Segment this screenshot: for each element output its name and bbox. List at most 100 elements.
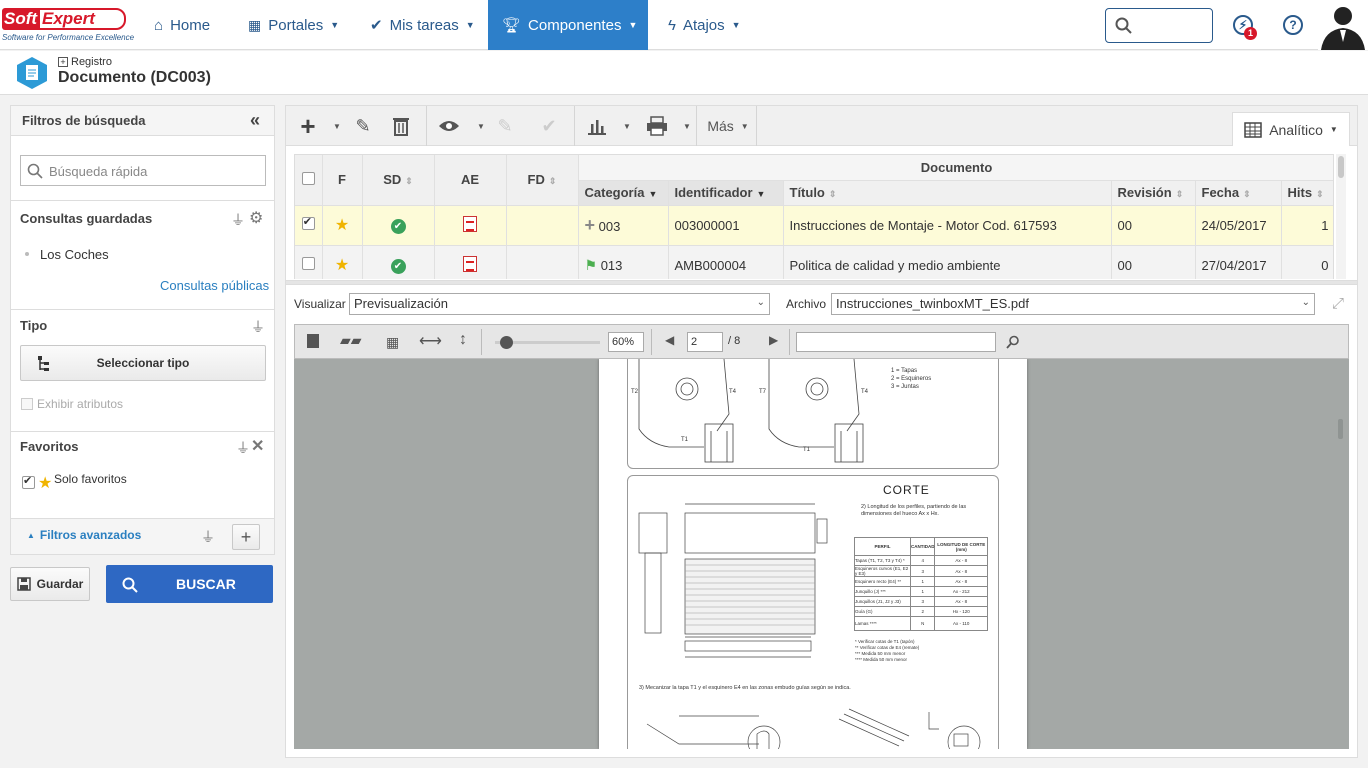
advanced-filters-toggle[interactable]: ▲ Filtros avanzados: [27, 528, 141, 542]
printer-icon[interactable]: [644, 106, 670, 146]
sort-icon: ⇕: [548, 176, 557, 187]
trash-icon[interactable]: [388, 106, 414, 146]
col-hits[interactable]: Hits ⇕: [1281, 180, 1333, 206]
col-sd[interactable]: SD ⇕: [362, 155, 435, 206]
search-button[interactable]: BUSCAR: [106, 565, 273, 603]
collapse-double-chevron-icon[interactable]: «: [250, 110, 260, 131]
nav-componentes[interactable]: 🏆︎ Componentes ▼: [488, 0, 648, 50]
bar-chart-icon[interactable]: [584, 106, 610, 146]
single-page-icon[interactable]: [307, 334, 319, 348]
user-avatar[interactable]: [1318, 0, 1368, 50]
nav-mis-tareas[interactable]: ✔ Mis tareas ▼: [356, 0, 489, 50]
add-icon[interactable]: +: [294, 106, 322, 146]
page-number-input[interactable]: 2: [687, 332, 723, 352]
clear-filter-icon[interactable]: ⏚: [201, 527, 215, 547]
profile-cutting-diagram: [638, 503, 828, 635]
svg-text:T1: T1: [681, 437, 689, 443]
col-ae[interactable]: AE: [434, 155, 507, 206]
table-row[interactable]: ★ ✔ ⚑ 013 AMB000004 Politica de calidad …: [295, 245, 1333, 279]
col-titulo-label: Título: [789, 185, 825, 200]
visualizar-select[interactable]: Previsualización ⌄: [349, 293, 770, 315]
show-attributes-checkbox[interactable]: [21, 398, 33, 410]
col-f[interactable]: F: [322, 155, 363, 206]
grid-scrollbar[interactable]: [1336, 154, 1346, 279]
next-page-icon[interactable]: ▶: [769, 333, 778, 347]
chevron-down-icon: ⌄: [756, 297, 765, 308]
only-favorites-checkbox[interactable]: [22, 474, 35, 489]
cell-hits: 1: [1281, 205, 1333, 246]
select-type-button[interactable]: Seleccionar tipo: [20, 345, 266, 381]
col-revision[interactable]: Revisión ⇕: [1111, 180, 1196, 206]
pdf-search-input[interactable]: [796, 332, 996, 352]
row-checkbox[interactable]: [301, 257, 315, 270]
fit-height-icon[interactable]: ↕: [459, 331, 467, 349]
svg-text:T4: T4: [861, 389, 869, 395]
book-view-icon[interactable]: ▰▰: [340, 332, 362, 349]
nav-portales[interactable]: ▦ Portales ▼: [234, 0, 353, 50]
fit-width-icon[interactable]: ⟷: [419, 331, 442, 351]
advanced-filters-label: Filtros avanzados: [39, 528, 142, 542]
search-icon: [27, 163, 43, 179]
svg-text:T4: T4: [729, 389, 737, 395]
col-fecha[interactable]: Fecha ⇕: [1195, 180, 1282, 206]
sort-desc-icon: ▼: [756, 189, 766, 199]
zoom-slider-handle[interactable]: [500, 336, 513, 349]
saved-query-los-coches[interactable]: Los Coches: [40, 247, 109, 262]
archivo-select[interactable]: Instrucciones_twinboxMT_ES.pdf ⌄: [831, 293, 1315, 315]
chevron-down-icon[interactable]: ▼: [474, 106, 488, 146]
clear-filter-icon[interactable]: ⏚: [251, 317, 265, 337]
row-checkbox[interactable]: [301, 215, 315, 230]
top-navigation-bar: Soft Expert Software for Performance Exc…: [0, 0, 1368, 50]
col-titulo[interactable]: Título ⇕: [783, 180, 1112, 206]
chevron-down-icon: ⌄: [1301, 297, 1310, 308]
chevron-down-icon[interactable]: ▼: [330, 106, 344, 146]
search-icon[interactable]: [1006, 335, 1020, 349]
fullscreen-icon[interactable]: ⤢: [1332, 295, 1344, 312]
zoom-input[interactable]: 60%: [608, 332, 644, 352]
global-search-input[interactable]: [1105, 8, 1213, 43]
more-menu-button[interactable]: Más ▼: [700, 106, 756, 146]
view-mode-tab[interactable]: Analítico ▼: [1232, 112, 1350, 146]
thumbnails-grid-icon[interactable]: ▦: [386, 334, 399, 351]
nav-atajos[interactable]: ϟ Atajos ▼: [654, 0, 755, 50]
softexpert-logo[interactable]: Soft Expert Software for Performance Exc…: [2, 6, 134, 46]
gear-icon[interactable]: ⚙: [249, 208, 263, 228]
nav-home[interactable]: ⌂ Home: [140, 0, 224, 50]
breadcrumb-label: Registro: [71, 56, 112, 68]
select-all-checkbox[interactable]: [301, 171, 315, 185]
clear-filter-icon[interactable]: ⏚: [231, 210, 245, 230]
add-filter-button[interactable]: +: [232, 524, 260, 550]
clear-filter-icon[interactable]: ⏚: [236, 438, 250, 458]
star-icon[interactable]: ★: [335, 257, 349, 274]
checkmark-icon: ✔: [541, 115, 557, 136]
quick-search-input[interactable]: Búsqueda rápida: [20, 155, 266, 186]
public-queries-link[interactable]: Consultas públicas: [160, 278, 269, 293]
chevron-down-icon[interactable]: ▼: [620, 106, 634, 146]
pencil-edit-icon[interactable]: ✎: [350, 106, 376, 146]
save-button[interactable]: Guardar: [10, 567, 90, 601]
notification-badge: 1: [1244, 27, 1257, 40]
pdf-file-icon[interactable]: [463, 255, 477, 272]
col-categoria[interactable]: Categoría ▼: [578, 180, 669, 206]
approved-badge-icon: ✔: [390, 258, 406, 274]
col-identificador[interactable]: Identificador ▼: [668, 180, 784, 206]
breadcrumb[interactable]: + Registro: [58, 56, 112, 68]
pdf-file-icon[interactable]: [463, 215, 477, 232]
page-title: Documento (DC003): [58, 69, 211, 86]
splitter-handle[interactable]: [286, 280, 1357, 285]
sort-icon: ⇕: [1316, 189, 1324, 199]
help-icon[interactable]: ?: [1283, 15, 1303, 35]
type-title: Tipo: [20, 318, 48, 333]
prev-page-icon[interactable]: ◀: [665, 333, 674, 347]
close-icon[interactable]: ✕: [251, 436, 264, 456]
cut-table-cell: Ax - 8: [934, 596, 988, 607]
eye-view-icon[interactable]: [434, 106, 464, 146]
col-fd[interactable]: FD ⇕: [506, 155, 579, 206]
table-grid-icon: [1244, 121, 1262, 138]
table-row[interactable]: ★ ✔ + 003 003000001 Instrucciones de Mon…: [295, 205, 1333, 246]
star-icon[interactable]: ★: [335, 217, 349, 234]
select-all-checkbox-cell[interactable]: [295, 155, 323, 206]
cell-hits: 0: [1281, 245, 1333, 279]
viewer-scrollbar[interactable]: [1338, 419, 1343, 439]
chevron-down-icon[interactable]: ▼: [680, 106, 694, 146]
